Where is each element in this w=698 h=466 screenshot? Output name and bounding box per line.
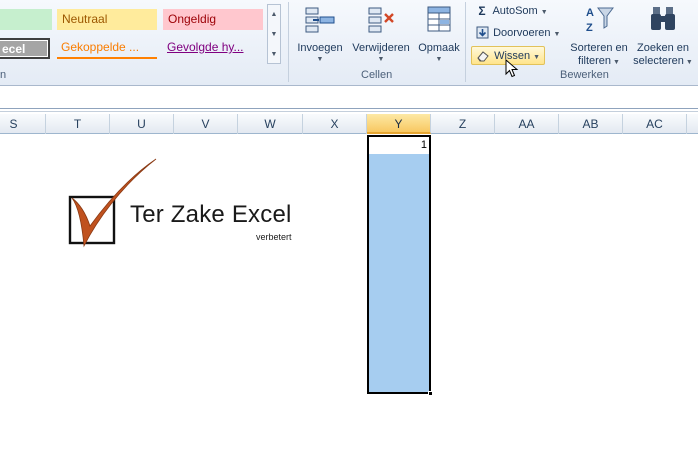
column-header-ac[interactable]: AC [623,114,687,134]
verwijderen-button[interactable]: Verwijderen ▼ [348,4,414,65]
style-goed[interactable] [0,9,52,30]
zoeken-dropdown-icon: ▼ [685,59,693,66]
group-label-stijlen: n [0,69,7,81]
logo-title: Ter Zake Excel [130,201,292,228]
invoegen-dropdown-icon: ▼ [316,56,324,63]
gallery-more-icon[interactable]: ▼ [268,45,280,65]
style-gevolgde-hyperlink[interactable]: Gevolgde hy... [163,38,263,59]
group-label-bewerken: Bewerken [560,69,609,81]
logo-tagline: verbetert [256,232,292,242]
selected-range[interactable] [367,135,431,394]
scroll-down-icon[interactable]: ▼ [268,25,280,45]
column-header-v[interactable]: V [174,114,238,134]
scroll-up-icon[interactable]: ▲ [268,5,280,25]
sort-filter-icon: A Z [566,4,632,38]
fill-down-icon [474,24,490,43]
ribbon: Neutraal Ongeldig ecel Gekoppelde ... Ge… [0,0,698,86]
zoeken-selecteren-button[interactable]: Zoeken en selecteren ▼ [632,4,694,69]
style-neutraal[interactable]: Neutraal [57,9,157,30]
column-header-t[interactable]: T [46,114,110,134]
group-label-cellen: Cellen [361,69,393,81]
binoculars-icon [632,4,694,38]
svg-text:Z: Z [586,22,593,34]
column-header-ab[interactable]: AB [559,114,623,134]
styles-gallery-scroll[interactable]: ▲ ▼ ▼ [267,4,281,64]
column-headers: S T U V W X Y Z AA AB AC [0,114,698,134]
verwijderen-label: Verwijderen [352,42,410,54]
svg-text:A: A [586,7,594,19]
zoeken-label-2: selecteren [633,55,684,67]
sorteren-dropdown-icon: ▼ [613,59,620,66]
style-ongeldig[interactable]: Ongeldig [163,9,263,30]
column-header-u[interactable]: U [110,114,174,134]
style-controlecel[interactable]: ecel [0,38,50,59]
opmaak-button[interactable]: Opmaak ▼ [414,4,464,65]
fill-handle[interactable] [428,391,433,396]
sorteren-filteren-button[interactable]: A Z Sorteren en filteren ▼ [566,4,632,69]
verwijderen-dropdown-icon: ▼ [377,56,385,63]
column-header-aa[interactable]: AA [495,114,559,134]
sorteren-label-1: Sorteren en [570,42,628,54]
format-cells-icon [414,4,464,38]
invoegen-button[interactable]: Invoegen ▼ [294,4,346,65]
wissen-dropdown-icon: ▼ [533,54,541,61]
autosom-dropdown-icon: ▼ [540,9,548,16]
insert-cells-icon [294,4,346,38]
column-header-z[interactable]: Z [431,114,495,134]
zoeken-label-1: Zoeken en [637,42,689,54]
style-gekoppelde-cel[interactable]: Gekoppelde ... [57,38,157,59]
active-cell[interactable]: 1 [369,137,429,154]
column-header-y[interactable]: Y [367,114,431,134]
column-header-ad[interactable] [687,114,698,134]
column-header-w[interactable]: W [238,114,303,134]
eraser-icon [475,47,491,66]
formula-bar-area [0,86,698,112]
opmaak-label: Opmaak [418,42,460,54]
mouse-cursor-icon [505,59,519,78]
delete-cells-icon [348,4,414,38]
autosom-button[interactable]: Σ AutoSom ▼ [471,2,552,21]
formula-divider [0,108,698,109]
group-divider [288,2,289,82]
group-divider [465,2,466,82]
doorvoeren-dropdown-icon: ▼ [553,31,561,38]
sorteren-label-2: filteren [578,55,612,67]
opmaak-dropdown-icon: ▼ [435,56,443,63]
doorvoeren-label: Doorvoeren [493,27,551,39]
autosom-label: AutoSom [492,5,538,17]
column-header-s[interactable]: S [0,114,46,134]
invoegen-label: Invoegen [297,42,343,54]
column-header-x[interactable]: X [303,114,367,134]
doorvoeren-button[interactable]: Doorvoeren ▼ [471,24,564,43]
sigma-icon: Σ [478,4,486,18]
